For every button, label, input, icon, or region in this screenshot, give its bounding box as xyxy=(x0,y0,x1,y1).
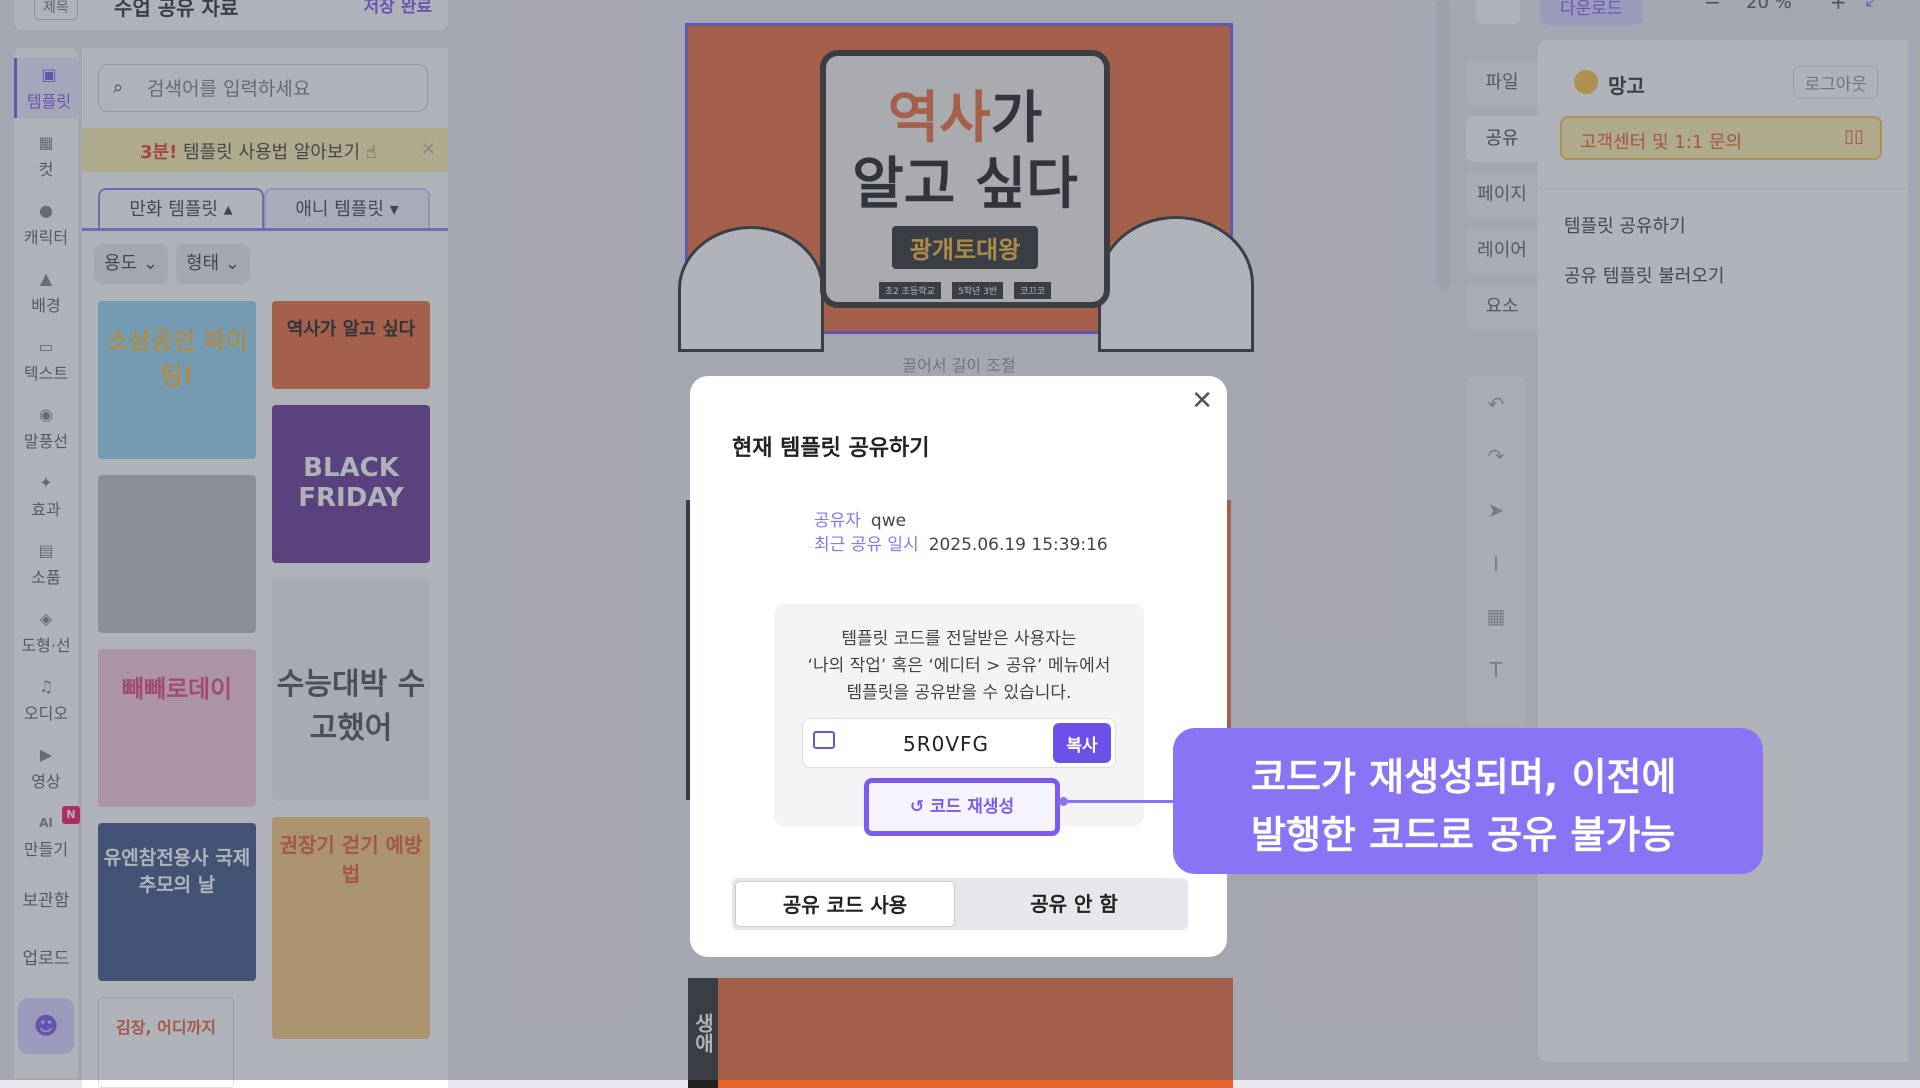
share-mode-toggle: 공유 코드 사용 공유 안 함 xyxy=(732,878,1188,930)
regenerate-code-button[interactable]: ↺ 코드 재생성 xyxy=(864,778,1060,836)
description-line: 템플릿 코드를 전달받은 사용자는 xyxy=(841,629,1077,649)
recent-share-label: 최근 공유 일시 xyxy=(814,535,919,555)
regenerate-label: 코드 재생성 xyxy=(930,797,1015,817)
recent-share-row: 최근 공유 일시 2025.06.19 15:39:16 xyxy=(814,530,1108,555)
option-no-share[interactable]: 공유 안 함 xyxy=(964,881,1184,927)
description-line: 템플릿을 공유받을 수 있습니다. xyxy=(846,683,1072,703)
sharer-row: 공유자 qwe xyxy=(814,506,906,531)
close-icon[interactable]: ✕ xyxy=(1191,386,1213,416)
sharer-value: qwe xyxy=(870,511,907,531)
share-description: 템플릿 코드를 전달받은 사용자는 ‘나의 작업’ 혹은 ‘에디터 > 공유’ … xyxy=(774,626,1144,707)
sharer-label: 공유자 xyxy=(814,511,861,531)
callout-line: 발행한 코드로 공유 불가능 xyxy=(1251,813,1676,857)
description-line: ‘나의 작업’ 혹은 ‘에디터 > 공유’ 메뉴에서 xyxy=(807,656,1111,676)
modal-title: 현재 템플릿 공유하기 xyxy=(732,436,930,461)
share-code[interactable]: 5R0VFG xyxy=(903,732,989,756)
refresh-icon: ↺ xyxy=(909,797,925,817)
copy-button[interactable]: 복사 xyxy=(1053,723,1111,763)
share-template-modal: ✕ 현재 템플릿 공유하기 공유자 qwe 최근 공유 일시 2025.06.19 … xyxy=(690,376,1227,957)
share-code-field: 5R0VFG 복사 xyxy=(802,718,1116,768)
option-use-share-code[interactable]: 공유 코드 사용 xyxy=(735,881,955,927)
share-code-box: 템플릿 코드를 전달받은 사용자는 ‘나의 작업’ 혹은 ‘에디터 > 공유’ … xyxy=(774,604,1144,836)
callout-text: 코드가 재생성되며, 이전에 발행한 코드로 공유 불가능 xyxy=(1251,748,1676,864)
callout-line: 코드가 재생성되며, 이전에 xyxy=(1251,755,1677,799)
monitor-icon xyxy=(813,731,835,749)
callout-annotation: 코드가 재생성되며, 이전에 발행한 코드로 공유 불가능 xyxy=(1173,728,1763,874)
recent-share-value: 2025.06.19 15:39:16 xyxy=(928,535,1108,555)
callout-connector xyxy=(1063,800,1175,803)
